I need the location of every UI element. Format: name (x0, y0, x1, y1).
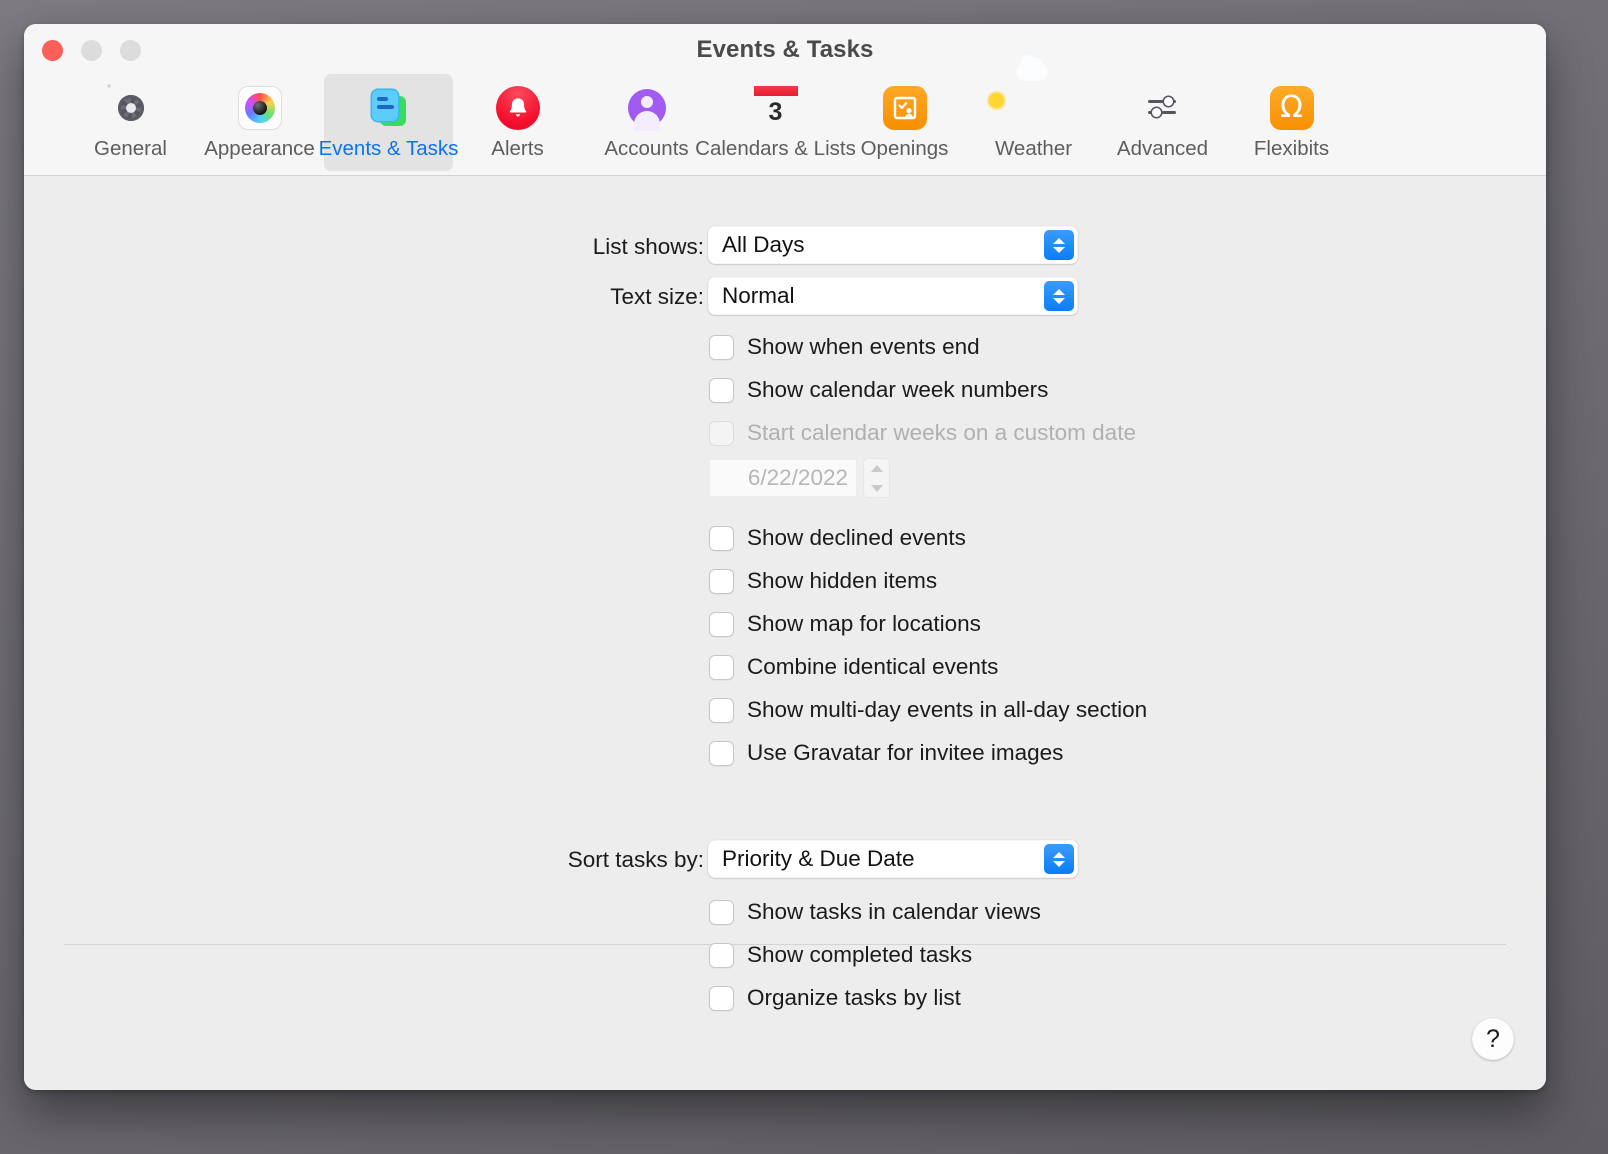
checkbox-box[interactable] (709, 525, 734, 551)
checkbox-label: Show when events end (747, 334, 980, 359)
list-shows-label: List shows: (592, 234, 704, 259)
checkbox-start-calendar-weeks-on-custom-date[interactable]: Start calendar weeks on a custom date (709, 420, 1136, 446)
openings-icon (882, 86, 927, 130)
list-shows-value: All Days (722, 232, 805, 257)
preferences-content: List shows: All Days Text size: Normal S… (24, 176, 1546, 1090)
chevron-updown-icon[interactable] (1044, 230, 1074, 260)
tab-flexibits[interactable]: Ω Flexibits (1227, 74, 1356, 171)
list-shows-label-wrap: List shows: (424, 234, 704, 260)
checkbox-box[interactable] (709, 985, 734, 1011)
checkbox-show-completed-tasks[interactable]: Show completed tasks (709, 942, 972, 968)
stepper-down-button[interactable] (863, 478, 890, 498)
checkbox-box[interactable] (709, 334, 734, 360)
custom-date-input[interactable]: 6/22/2022 (709, 459, 857, 497)
sort-tasks-by-value: Priority & Due Date (722, 846, 915, 871)
tab-advanced[interactable]: Advanced (1098, 74, 1227, 171)
checkbox-show-multi-day-events[interactable]: Show multi-day events in all-day section (709, 697, 1147, 723)
text-size-dropdown[interactable]: Normal (708, 277, 1078, 315)
checkbox-label: Show declined events (747, 525, 966, 550)
checkbox-show-map-for-locations[interactable]: Show map for locations (709, 611, 981, 637)
window-titlebar: Events & Tasks General Appearance Events… (24, 24, 1546, 176)
custom-date-field-group[interactable]: 6/22/2022 (709, 458, 890, 498)
checkbox-label: Organize tasks by list (747, 985, 961, 1010)
stepper-up-button[interactable] (863, 458, 890, 478)
tab-label: General (94, 137, 167, 160)
tab-label: Weather (994, 137, 1073, 160)
list-shows-dropdown[interactable]: All Days (708, 226, 1078, 264)
tab-label: Appearance (204, 137, 315, 160)
text-size-label-wrap: Text size: (424, 284, 704, 310)
tab-label: Alerts (491, 137, 544, 160)
tab-accounts[interactable]: Accounts (582, 74, 711, 171)
checkbox-label: Show hidden items (747, 568, 938, 593)
checkbox-label: Use Gravatar for invitee images (747, 740, 1064, 765)
tab-label: Advanced (1116, 137, 1209, 160)
checkbox-box[interactable] (709, 377, 734, 403)
tab-label: Accounts (604, 137, 689, 160)
tab-label: Calendars & Lists (695, 137, 856, 160)
tab-label: Flexibits (1253, 137, 1330, 160)
checkbox-box[interactable] (709, 654, 734, 680)
checkbox-organize-tasks-by-list[interactable]: Organize tasks by list (709, 985, 961, 1011)
checkbox-label: Show map for locations (747, 611, 981, 636)
custom-date-stepper[interactable] (863, 458, 890, 498)
checkbox-label: Show multi-day events in all-day section (747, 697, 1148, 722)
preferences-window: Events & Tasks General Appearance Events… (24, 24, 1546, 1090)
tab-events-and-tasks[interactable]: Events & Tasks (319, 74, 458, 171)
gear-icon (109, 86, 153, 130)
checkbox-label: Show tasks in calendar views (747, 899, 1041, 924)
checkbox-label: Combine identical events (747, 654, 999, 679)
tab-calendars-and-lists[interactable]: 3 Calendars & Lists (695, 74, 856, 171)
help-button[interactable]: ? (1472, 1018, 1514, 1060)
checkbox-label: Show completed tasks (747, 942, 973, 967)
checkbox-box[interactable] (709, 899, 734, 925)
checkbox-box[interactable] (709, 568, 734, 594)
calendar-icon-day: 3 (768, 97, 783, 126)
checkbox-box[interactable] (709, 942, 734, 968)
checkbox-show-when-events-end[interactable]: Show when events end (709, 334, 980, 360)
tab-label: Events & Tasks (318, 137, 459, 160)
checkbox-box[interactable] (709, 740, 734, 766)
color-wheel-icon (237, 86, 282, 130)
checkbox-label: Start calendar weeks on a custom date (747, 420, 1136, 445)
tab-alerts[interactable]: Alerts (453, 74, 582, 171)
person-circle-icon (625, 86, 669, 131)
window-title: Events & Tasks (696, 36, 874, 63)
tab-general[interactable]: General (66, 74, 195, 171)
checkbox-use-gravatar[interactable]: Use Gravatar for invitee images (709, 740, 1063, 766)
text-size-label: Text size: (610, 284, 704, 309)
omega-icon: Ω (1269, 86, 1314, 130)
chevron-updown-icon[interactable] (1044, 844, 1074, 874)
sort-tasks-by-label: Sort tasks by: (567, 847, 704, 872)
tab-appearance[interactable]: Appearance (195, 74, 324, 171)
checkbox-box[interactable] (709, 697, 734, 723)
text-size-value: Normal (722, 283, 795, 308)
bell-icon (495, 86, 540, 130)
sliders-icon (1141, 86, 1185, 130)
checkbox-label: Show calendar week numbers (747, 377, 1049, 402)
tab-weather[interactable]: Weather (969, 55, 1098, 171)
tab-openings[interactable]: Openings (840, 74, 969, 171)
calendar-icon: 3 (753, 86, 798, 130)
sun-cloud-icon (988, 55, 1056, 130)
checkbox-show-hidden-items[interactable]: Show hidden items (709, 568, 937, 594)
toolbar-tab-bar: General Appearance Events & Tasks Alerts… (24, 55, 1546, 174)
checkbox-show-tasks-in-calendar-views[interactable]: Show tasks in calendar views (709, 899, 1041, 925)
tab-label: Openings (860, 137, 949, 160)
checkbox-box[interactable] (709, 420, 734, 446)
sort-tasks-by-label-wrap: Sort tasks by: (394, 847, 704, 873)
sort-tasks-by-dropdown[interactable]: Priority & Due Date (708, 840, 1078, 878)
checkbox-box[interactable] (709, 611, 734, 637)
checkbox-combine-identical-events[interactable]: Combine identical events (709, 654, 998, 680)
checkbox-show-calendar-week-numbers[interactable]: Show calendar week numbers (709, 377, 1048, 403)
chevron-updown-icon[interactable] (1044, 281, 1074, 311)
checkbox-show-declined-events[interactable]: Show declined events (709, 525, 966, 551)
event-cards-icon (367, 86, 411, 130)
